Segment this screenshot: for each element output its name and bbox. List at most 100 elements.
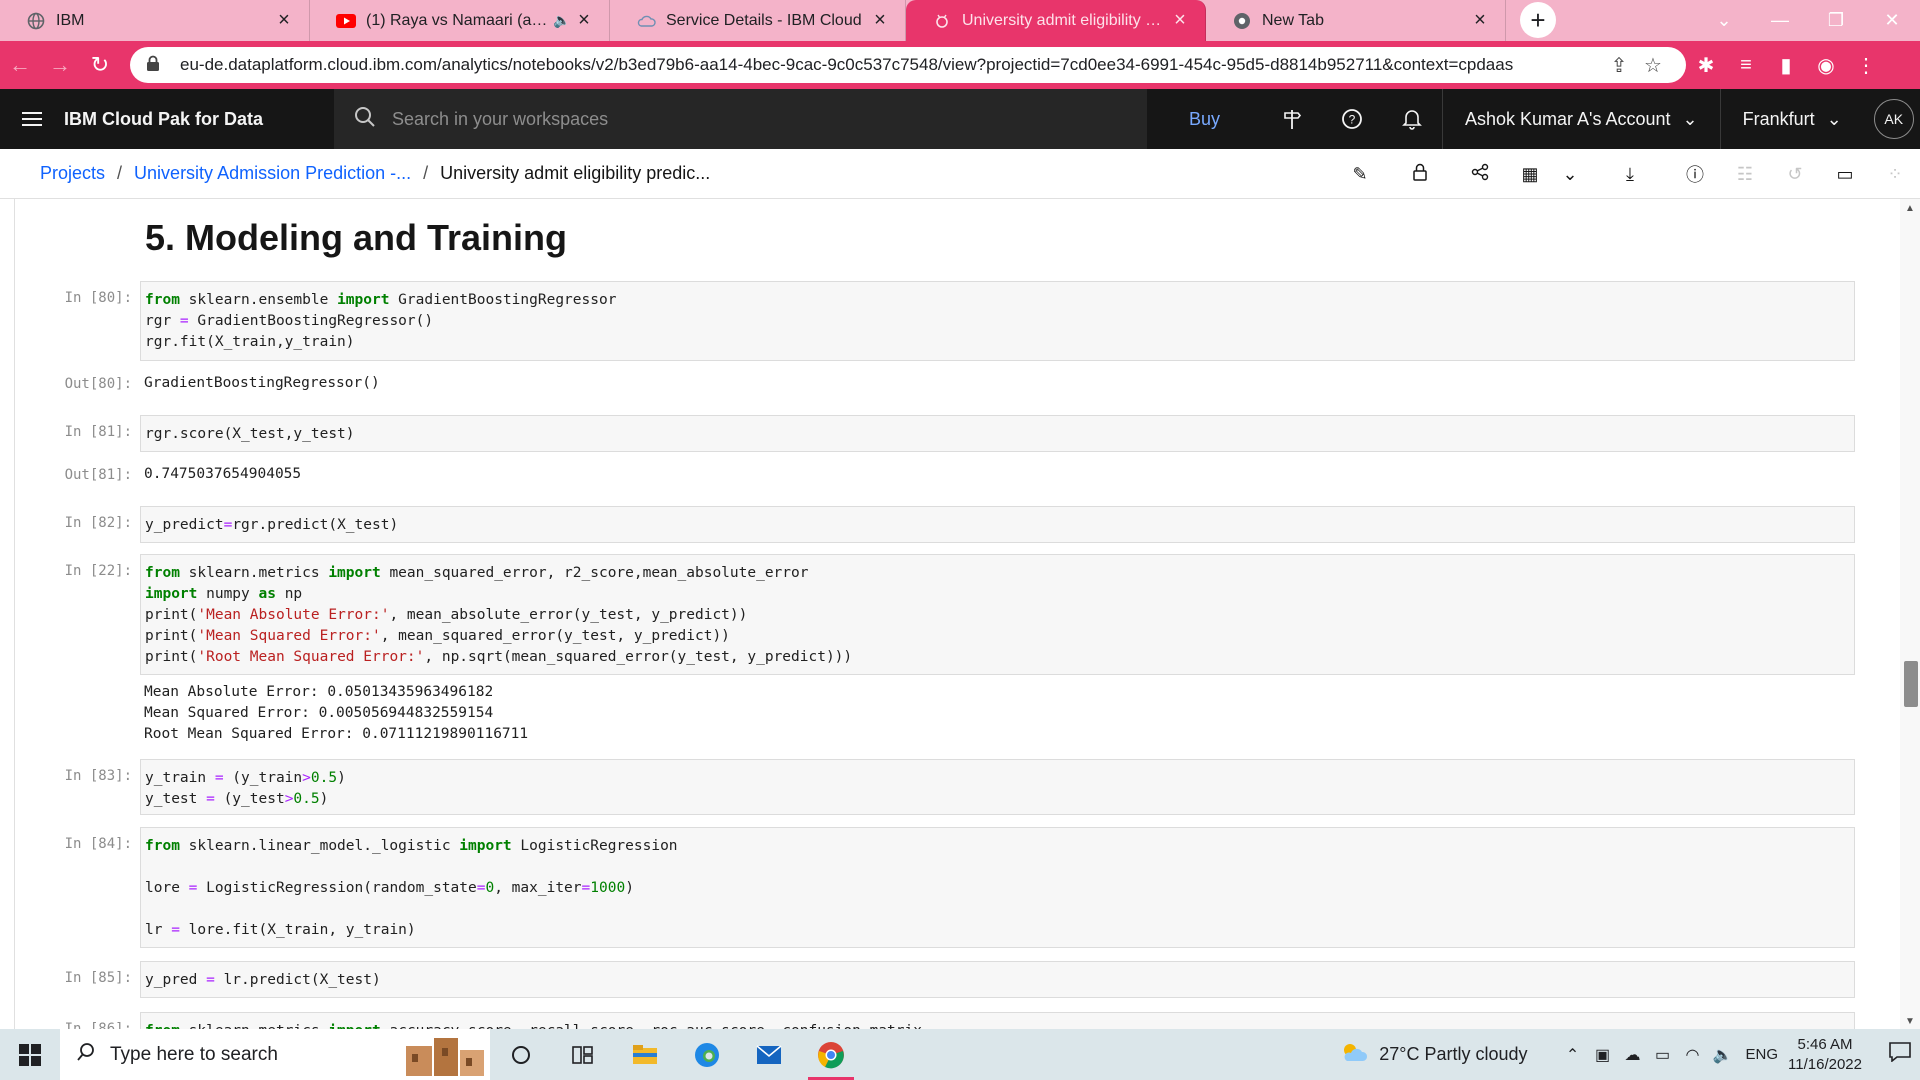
chrome-taskbar-icon[interactable]: [800, 1029, 862, 1080]
cell-output: Mean Absolute Error: 0.05013435963496182…: [144, 684, 529, 742]
minimize-icon[interactable]: —: [1752, 0, 1808, 41]
workspace-search[interactable]: Search in your workspaces: [334, 89, 1147, 149]
region-label: Frankfurt: [1742, 108, 1815, 129]
browser-tab-new-tab[interactable]: New Tab ×: [1206, 0, 1506, 41]
code-cell[interactable]: y_train = (y_train>0.5) y_test = (y_test…: [140, 759, 1855, 815]
code-cell[interactable]: from sklearn.metrics import accuracy_sco…: [140, 1012, 1855, 1029]
breadcrumb-projects[interactable]: Projects: [40, 163, 105, 184]
tab-title: (1) Raya vs Namaari (action s: [366, 11, 551, 29]
windows-start-icon[interactable]: [0, 1043, 60, 1066]
url-text[interactable]: eu-de.dataplatform.cloud.ibm.com/analyti…: [180, 55, 1602, 75]
tab-search-icon[interactable]: ⌄: [1696, 0, 1752, 41]
code-cell[interactable]: y_pred = lr.predict(X_test): [140, 961, 1855, 998]
download-icon[interactable]: ⤓: [1590, 164, 1670, 185]
code-cell[interactable]: y_predict=rgr.predict(X_test): [140, 506, 1855, 543]
speaker-icon[interactable]: 🔈: [551, 12, 573, 29]
close-icon[interactable]: ×: [573, 9, 595, 32]
lock-icon[interactable]: [146, 55, 168, 76]
cell-prompt: In [22]:: [64, 563, 132, 579]
code-cell[interactable]: from sklearn.linear_model._logistic impo…: [140, 827, 1855, 948]
side-panel-icon[interactable]: ▮: [1766, 53, 1806, 78]
extensions-puzzle-icon[interactable]: ✱: [1686, 53, 1726, 78]
device-icon[interactable]: ▣: [1588, 1045, 1618, 1065]
task-view-icon[interactable]: [552, 1029, 614, 1080]
notebook-area: 5. Modeling and Training In [80]: from s…: [0, 199, 1900, 1029]
bookmark-star-icon[interactable]: ☆: [1636, 53, 1670, 78]
notifications-bell-icon[interactable]: [1382, 89, 1442, 149]
info-icon[interactable]: ⓘ: [1670, 161, 1720, 187]
browser-tab-strip: IBM × (1) Raya vs Namaari (action s 🔈 × …: [0, 0, 1920, 41]
account-switcher[interactable]: Ashok Kumar A's Account ⌄: [1442, 89, 1720, 149]
wifi-icon[interactable]: ◠: [1678, 1045, 1708, 1065]
language-indicator[interactable]: ENG: [1746, 1046, 1779, 1063]
scrollbar-thumb[interactable]: [1904, 661, 1918, 707]
cell-prompt: In [83]:: [64, 768, 132, 784]
data-panel-icon[interactable]: ☷: [1720, 164, 1770, 185]
cortana-icon[interactable]: [490, 1029, 552, 1080]
code-cell[interactable]: rgr.score(X_test,y_test): [140, 415, 1855, 452]
volume-icon[interactable]: 🔈: [1708, 1045, 1738, 1065]
search-placeholder: Search in your workspaces: [392, 108, 609, 129]
notebook-scrollbar[interactable]: ▲ ▼: [1900, 199, 1920, 1029]
notebook-toolbar: ✎ ▦ ⌄ ⤓ ⓘ ☷ ↺ ▭ ⁘: [1330, 149, 1920, 199]
battery-icon[interactable]: ▭: [1648, 1045, 1678, 1065]
region-switcher[interactable]: Frankfurt ⌄: [1719, 89, 1864, 149]
help-icon[interactable]: ?: [1322, 89, 1382, 149]
share-icon[interactable]: [1450, 163, 1510, 186]
show-hidden-icons-icon[interactable]: ⌃: [1558, 1045, 1588, 1065]
edit-pencil-icon[interactable]: ✎: [1330, 164, 1390, 185]
mail-icon[interactable]: [738, 1029, 800, 1080]
hamburger-menu-icon[interactable]: [0, 111, 64, 127]
close-icon[interactable]: ×: [1169, 9, 1191, 32]
edge-browser-icon[interactable]: [676, 1029, 738, 1080]
signpost-icon[interactable]: [1262, 89, 1322, 149]
profile-avatar-icon[interactable]: ◉: [1806, 53, 1846, 78]
new-tab-button[interactable]: +: [1520, 2, 1556, 38]
forward-icon[interactable]: →: [40, 52, 80, 78]
restore-icon[interactable]: ❐: [1808, 0, 1864, 41]
schedule-job-icon[interactable]: ▦: [1510, 164, 1550, 185]
svg-text:?: ?: [1349, 113, 1356, 127]
windows-taskbar: Type here to search 27°C Partly cloudy ⌃…: [0, 1029, 1920, 1080]
chevron-down-icon[interactable]: ⌄: [1550, 164, 1590, 185]
cell-output: GradientBoostingRegressor(): [144, 375, 380, 391]
scroll-down-icon[interactable]: ▼: [1900, 1016, 1920, 1027]
cell-prompt: Out[81]:: [64, 467, 132, 483]
close-icon[interactable]: ×: [1469, 9, 1491, 32]
onedrive-cloud-icon[interactable]: ☁: [1618, 1045, 1648, 1065]
weather-widget[interactable]: 27°C Partly cloudy: [1339, 1040, 1528, 1069]
buy-button[interactable]: Buy: [1147, 89, 1262, 149]
product-name[interactable]: IBM Cloud Pak for Data: [64, 109, 334, 130]
notifications-icon[interactable]: [1880, 1042, 1920, 1067]
search-icon: [76, 1042, 96, 1068]
reload-icon[interactable]: ↻: [80, 52, 120, 78]
scroll-up-icon[interactable]: ▲: [1900, 203, 1920, 214]
more-options-icon[interactable]: ⋮: [1846, 53, 1886, 78]
ibm-header: IBM Cloud Pak for Data Search in your wo…: [0, 89, 1920, 149]
browser-tab-ibm[interactable]: IBM ×: [0, 0, 310, 41]
comments-icon[interactable]: ▭: [1820, 164, 1870, 185]
breadcrumb-project[interactable]: University Admission Prediction -...: [134, 163, 411, 184]
code-snippets-icon[interactable]: ⁘: [1870, 164, 1920, 185]
code-cell[interactable]: from sklearn.ensemble import GradientBoo…: [140, 281, 1855, 361]
history-icon[interactable]: ↺: [1770, 164, 1820, 185]
browser-tab-ibm-cloud[interactable]: Service Details - IBM Cloud ×: [610, 0, 906, 41]
system-tray: 27°C Partly cloudy ⌃ ▣ ☁ ▭ ◠ 🔈 ENG 5:46 …: [1339, 1029, 1920, 1080]
taskbar-search[interactable]: Type here to search: [60, 1029, 490, 1080]
file-explorer-icon[interactable]: [614, 1029, 676, 1080]
code-cell[interactable]: from sklearn.metrics import mean_squared…: [140, 554, 1855, 675]
close-window-icon[interactable]: ✕: [1864, 0, 1920, 41]
close-icon[interactable]: ×: [869, 9, 891, 32]
browser-tab-youtube[interactable]: (1) Raya vs Namaari (action s 🔈 ×: [310, 0, 610, 41]
address-bar[interactable]: eu-de.dataplatform.cloud.ibm.com/analyti…: [130, 47, 1686, 83]
browser-tab-university[interactable]: University admit eligibility predic ×: [906, 0, 1206, 41]
media-control-icon[interactable]: ≡: [1726, 54, 1766, 77]
back-icon[interactable]: ←: [0, 52, 40, 78]
share-icon[interactable]: ⇪: [1602, 53, 1636, 78]
user-avatar[interactable]: AK: [1873, 99, 1914, 139]
clock[interactable]: 5:46 AM 11/16/2022: [1788, 1035, 1862, 1075]
lock-icon[interactable]: [1390, 163, 1450, 186]
cell-prompt: In [86]:: [64, 1021, 132, 1029]
tab-title: Service Details - IBM Cloud: [666, 11, 862, 29]
close-icon[interactable]: ×: [273, 9, 295, 32]
